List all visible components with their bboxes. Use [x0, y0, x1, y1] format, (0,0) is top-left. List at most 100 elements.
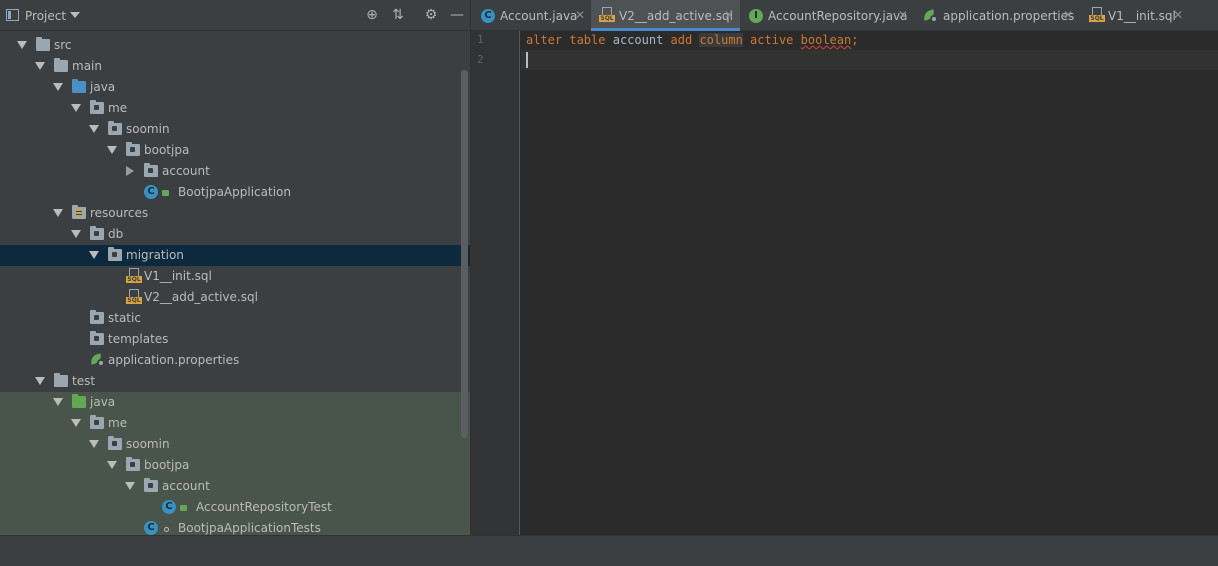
tree-node-label: main	[72, 59, 102, 73]
tree-node-templates[interactable]: templates	[0, 329, 470, 350]
tab-label: application.properties	[943, 9, 1075, 23]
tab-label: V2__add_active.sql	[619, 9, 733, 23]
chevron-down-icon[interactable]	[53, 209, 63, 217]
chevron-down-icon[interactable]	[71, 230, 81, 238]
tree-node-java-source[interactable]: java	[0, 77, 470, 98]
interface-icon: I	[749, 9, 763, 23]
tree-node-label: resources	[90, 206, 149, 220]
chevron-down-icon[interactable]	[17, 41, 27, 49]
hide-panel-icon[interactable]: —	[449, 7, 465, 23]
line-number: 1	[477, 33, 484, 46]
tree-node-label: account	[162, 164, 210, 178]
folder-icon	[108, 247, 122, 261]
folder-icon	[54, 373, 68, 387]
locate-icon[interactable]: ⊕	[364, 7, 380, 23]
class-icon: C	[162, 500, 176, 514]
close-icon[interactable]: ✕	[1173, 8, 1183, 22]
collapse-all-icon[interactable]: ⇅	[390, 7, 406, 23]
tree-node-label: bootjpa	[144, 143, 190, 157]
tree-node-db[interactable]: db	[0, 224, 470, 245]
tree-node-package-soomin[interactable]: soomin	[0, 119, 470, 140]
editor-area: C Account.java ✕ SQL V2__add_active.sql …	[470, 0, 1218, 566]
chevron-down-icon[interactable]	[71, 104, 81, 112]
close-icon[interactable]: ✕	[898, 8, 908, 22]
tab-account-repository-java[interactable]: I AccountRepository.java ✕	[741, 0, 915, 31]
source-folder-icon	[72, 79, 86, 93]
tree-node-resources[interactable]: resources	[0, 203, 470, 224]
tree-node-test-package-account[interactable]: account	[0, 476, 470, 497]
tab-account-java[interactable]: C Account.java ✕	[471, 0, 589, 31]
package-icon	[126, 142, 140, 156]
tree-node-v1-init-sql[interactable]: SQL V1__init.sql	[0, 266, 470, 287]
tab-v2-add-active-sql[interactable]: SQL V2__add_active.sql ✕	[591, 0, 740, 31]
code-editor[interactable]: alter table account add column active bo…	[521, 31, 1218, 535]
chevron-down-icon[interactable]	[125, 482, 135, 490]
tree-node-static[interactable]: static	[0, 308, 470, 329]
chevron-down-icon[interactable]	[107, 146, 117, 154]
chevron-down-icon[interactable]	[35, 62, 45, 70]
chevron-down-icon[interactable]	[71, 419, 81, 427]
tree-node-test-package-soomin[interactable]: soomin	[0, 434, 470, 455]
tree-node-bootjpa-application[interactable]: C BootjpaApplication	[0, 182, 470, 203]
tree-node-src[interactable]: src	[0, 35, 470, 56]
tree-node-main[interactable]: main	[0, 56, 470, 77]
tree-node-package-me[interactable]: me	[0, 98, 470, 119]
text-caret	[526, 52, 528, 68]
tree-node-label: static	[108, 311, 141, 325]
project-tree-scrollbar[interactable]	[461, 70, 468, 438]
project-view-selector[interactable]: Project	[25, 9, 66, 23]
tree-node-label: soomin	[126, 437, 170, 451]
tree-node-package-bootjpa[interactable]: bootjpa	[0, 140, 470, 161]
tree-node-migration[interactable]: migration	[0, 245, 470, 266]
tree-node-label: db	[108, 227, 124, 241]
chevron-right-icon[interactable]	[126, 166, 134, 176]
package-icon	[144, 163, 158, 177]
type-token-with-error: boolean	[800, 33, 852, 47]
package-icon	[108, 436, 122, 450]
tree-node-test[interactable]: test	[0, 371, 470, 392]
chevron-down-icon[interactable]	[89, 440, 99, 448]
line-number-gutter: 1 2	[471, 31, 520, 535]
chevron-down-icon[interactable]	[35, 377, 45, 385]
access-modifier-icon	[164, 527, 169, 532]
tree-node-label: test	[72, 374, 96, 388]
chevron-down-icon[interactable]	[70, 12, 80, 18]
chevron-down-icon[interactable]	[53, 398, 63, 406]
tree-node-account-repository-test[interactable]: C AccountRepositoryTest	[0, 497, 470, 518]
tree-node-label: me	[108, 416, 128, 430]
project-view-icon	[6, 9, 19, 21]
gear-icon[interactable]: ⚙	[423, 7, 439, 23]
tree-node-application-properties[interactable]: application.properties	[0, 350, 470, 371]
chevron-down-icon[interactable]	[89, 251, 99, 259]
tree-node-package-account[interactable]: account	[0, 161, 470, 182]
tree-node-label: java	[90, 395, 116, 409]
run-config-icon	[162, 188, 170, 197]
folder-icon	[36, 37, 50, 51]
tree-node-v2-add-active-sql[interactable]: SQL V2__add_active.sql	[0, 287, 470, 308]
spring-properties-icon	[921, 9, 939, 23]
code-line[interactable]: alter table account add column active bo…	[526, 33, 858, 47]
class-icon: C	[144, 521, 158, 535]
package-icon	[108, 121, 122, 135]
tree-node-label: migration	[126, 248, 184, 262]
folder-icon	[54, 58, 68, 72]
tree-node-test-package-bootjpa[interactable]: bootjpa	[0, 455, 470, 476]
tree-node-test-package-me[interactable]: me	[0, 413, 470, 434]
sql-file-icon: SQL	[126, 268, 142, 284]
chevron-down-icon[interactable]	[89, 125, 99, 133]
sql-file-icon: SQL	[126, 289, 142, 305]
chevron-down-icon[interactable]	[107, 461, 117, 469]
tree-node-java-test[interactable]: java	[0, 392, 470, 413]
keyword-token: active	[750, 33, 794, 47]
close-icon[interactable]: ✕	[575, 8, 585, 22]
sql-file-icon: SQL	[599, 7, 615, 23]
close-icon[interactable]: ✕	[724, 8, 734, 22]
close-icon[interactable]: ✕	[1063, 8, 1073, 22]
chevron-down-icon[interactable]	[53, 83, 63, 91]
tab-v1-init-sql[interactable]: SQL V1__init.sql ✕	[1083, 0, 1187, 31]
tab-label: Account.java	[500, 9, 578, 23]
tree-node-label: V1__init.sql	[144, 269, 212, 283]
package-icon	[90, 415, 104, 429]
tab-application-properties[interactable]: application.properties ✕	[916, 0, 1082, 31]
project-tool-window: Project ⊕ ⇅ ⚙ — src main java me soomin …	[0, 0, 470, 566]
